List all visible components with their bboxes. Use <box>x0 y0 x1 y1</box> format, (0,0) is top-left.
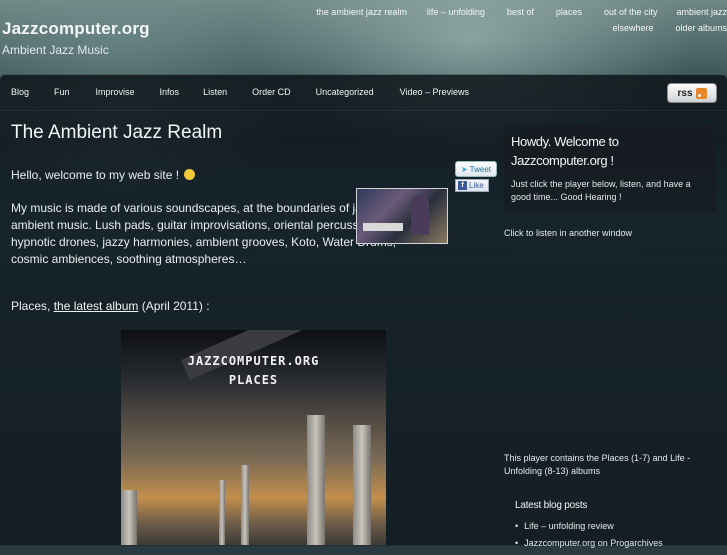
top-nav-ambient-jazz[interactable]: ambient jazz <box>676 7 727 23</box>
like-label: Like <box>469 181 484 190</box>
greeting-text: Hello, welcome to my web site ! <box>11 168 180 182</box>
latest-posts-heading: Latest blog posts <box>515 500 588 511</box>
top-nav-places[interactable]: places <box>556 7 582 23</box>
rss-label: rss <box>677 87 693 99</box>
places-suffix: (April 2011) : <box>138 299 210 313</box>
top-nav-elsewhere[interactable]: elsewhere <box>612 23 653 39</box>
latest-post-item[interactable]: Life – unfolding review <box>515 521 663 538</box>
bridge-pillar <box>121 490 137 545</box>
welcome-heading: Howdy. Welcome to Jazzcomputer.org ! <box>511 134 619 168</box>
nav-infos[interactable]: Infos <box>160 87 180 97</box>
post-title[interactable]: The Ambient Jazz Realm <box>11 122 222 144</box>
places-paragraph: Places, the latest album (April 2011) : <box>11 299 210 313</box>
top-nav-out-of-the-city[interactable]: out of the city <box>604 7 658 23</box>
places-prefix: Places, <box>11 299 54 313</box>
twitter-bird-icon: ➤ <box>460 164 468 174</box>
tweet-button[interactable]: ➤ Tweet <box>455 161 497 177</box>
bridge-pillar <box>219 480 225 545</box>
listen-window-link[interactable]: Click to listen in another window <box>504 228 632 238</box>
nav-listen[interactable]: Listen <box>203 87 227 97</box>
top-nav-ambient-jazz-realm[interactable]: the ambient jazz realm <box>316 7 407 23</box>
latest-posts-list: Life – unfolding review Jazzcomputer.org… <box>515 521 663 555</box>
studio-photo[interactable] <box>356 188 448 244</box>
main-navigation: Blog Fun Improvise Infos Listen Order CD… <box>0 74 727 110</box>
rss-icon <box>695 87 707 99</box>
nav-blog[interactable]: Blog <box>11 87 29 97</box>
nav-fun[interactable]: Fun <box>54 87 70 97</box>
keyboard-shape <box>363 223 403 231</box>
site-tagline: Ambient Jazz Music <box>2 43 109 57</box>
bridge-pillar <box>307 415 325 545</box>
nav-video-previews[interactable]: Video – Previews <box>400 87 469 97</box>
top-nav-row-1: the ambient jazz realm life – unfolding … <box>287 7 727 23</box>
cover-title-line-2: PLACES <box>228 373 279 387</box>
bridge-pillar <box>241 465 249 545</box>
welcome-text: Just click the player below, listen, and… <box>511 179 691 202</box>
bridge-pillar <box>353 425 371 545</box>
nav-order-cd[interactable]: Order CD <box>252 87 291 97</box>
tweet-label: Tweet <box>469 164 492 174</box>
site-title[interactable]: Jazzcomputer.org <box>2 19 150 39</box>
top-nav-row-2: elsewhere older albums <box>287 23 727 39</box>
cover-title: JAZZCOMPUTER.ORG PLACES <box>121 352 386 390</box>
facebook-like-button[interactable]: f Like <box>455 179 489 192</box>
top-nav-life-unfolding[interactable]: life – unfolding <box>427 7 485 23</box>
nav-improvise[interactable]: Improvise <box>96 87 135 97</box>
top-nav-older-albums[interactable]: older albums <box>675 23 727 39</box>
nav-uncategorized[interactable]: Uncategorized <box>316 87 374 97</box>
player-note: This player contains the Places (1-7) an… <box>504 453 691 476</box>
facebook-icon: f <box>458 181 467 190</box>
nav-divider <box>0 110 727 111</box>
top-navigation: the ambient jazz realm life – unfolding … <box>287 7 727 39</box>
musician-shape <box>411 195 429 235</box>
cover-title-line-1: JAZZCOMPUTER.ORG <box>187 354 320 368</box>
rss-button[interactable]: rss <box>667 83 717 103</box>
album-cover[interactable]: JAZZCOMPUTER.ORG PLACES <box>121 330 386 545</box>
smiley-icon <box>184 169 196 180</box>
greeting-paragraph: Hello, welcome to my web site ! <box>11 168 196 182</box>
latest-album-link[interactable]: the latest album <box>54 299 139 313</box>
top-nav-best-of[interactable]: best of <box>507 7 534 23</box>
latest-post-item[interactable]: Jazzcomputer.org on Progarchives <box>515 538 663 555</box>
